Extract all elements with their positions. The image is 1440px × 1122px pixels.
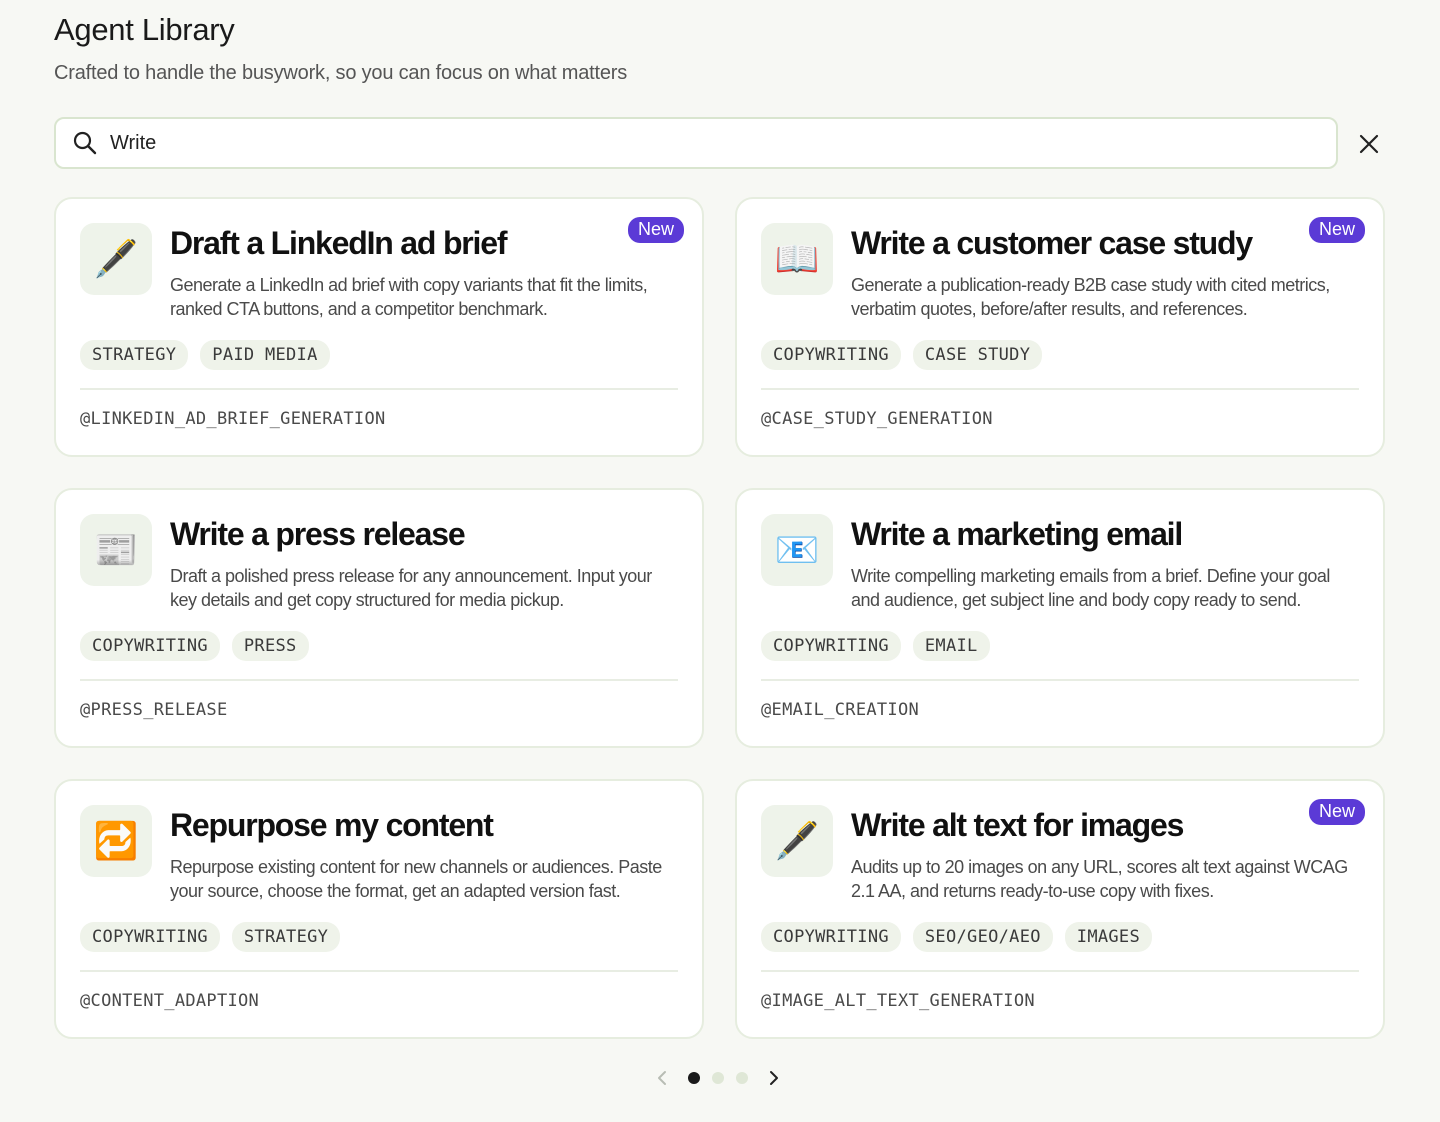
- tag-chip[interactable]: PAID MEDIA: [200, 340, 330, 370]
- tag-chip[interactable]: COPYWRITING: [761, 922, 901, 952]
- tag-list: COPYWRITING PRESS: [80, 631, 309, 661]
- agent-title: Write a press release: [170, 516, 466, 552]
- close-icon[interactable]: [1352, 127, 1386, 161]
- agent-emoji: 📖: [774, 238, 820, 279]
- tag-chip[interactable]: COPYWRITING: [761, 340, 901, 370]
- chevron-left-icon[interactable]: [650, 1066, 674, 1090]
- agent-handle: @PRESS_RELEASE: [80, 700, 228, 720]
- agent-handle: @IMAGE_ALT_TEXT_GENERATION: [761, 991, 1035, 1011]
- agent-emoji: 🖋️: [774, 820, 820, 861]
- page-dot[interactable]: [688, 1072, 700, 1084]
- agent-description: Audits up to 20 images on any URL, score…: [851, 857, 1348, 901]
- divider: [80, 679, 678, 681]
- agent-card[interactable]: 🖋️ Draft a LinkedIn ad brief New Generate a…: [54, 197, 704, 457]
- agent-card[interactable]: 📰 Write a press release Draft a polished p…: [54, 488, 704, 748]
- tag-chip[interactable]: IMAGES: [1064, 922, 1152, 952]
- divider: [761, 679, 1359, 681]
- tag-chip[interactable]: COPYWRITING: [80, 922, 220, 952]
- page-title: Agent Library: [54, 12, 235, 47]
- new-badge: New: [627, 217, 684, 243]
- divider: [80, 970, 678, 972]
- tag-chip[interactable]: SEO/GEO/AEO: [912, 922, 1053, 952]
- agent-title: Write a customer case study: [851, 225, 1253, 261]
- agent-title: Write a marketing email: [851, 516, 1183, 552]
- agent-emoji: 🖋️: [93, 238, 139, 279]
- agent-card[interactable]: 🔁 Repurpose my content Repurpose existing …: [54, 779, 704, 1039]
- agent-card[interactable]: 🖋️ Write alt text for images New Audits up …: [735, 779, 1385, 1039]
- agent-description: Generate a publication-ready B2B case st…: [851, 275, 1330, 319]
- agent-handle: @CONTENT_ADAPTION: [80, 991, 260, 1011]
- tag-list: COPYWRITING STRATEGY: [80, 922, 341, 952]
- repeat-icon: 🔁: [80, 805, 152, 877]
- agent-handle: @LINKEDIN_AD_BRIEF_GENERATION: [80, 409, 386, 429]
- agent-title: Write alt text for images: [851, 807, 1184, 843]
- agent-emoji: 🔁: [93, 820, 139, 861]
- agent-handle: @EMAIL_CREATION: [761, 700, 920, 720]
- tag-chip[interactable]: COPYWRITING: [761, 631, 901, 661]
- page-dots: [682, 1072, 754, 1084]
- book-icon: 📖: [761, 223, 833, 295]
- newspaper-icon: 📰: [80, 514, 152, 586]
- search-input[interactable]: [110, 123, 1260, 163]
- tag-chip[interactable]: STRATEGY: [231, 922, 341, 952]
- divider: [80, 388, 678, 390]
- agent-card[interactable]: 📖 Write a customer case study New Generate …: [735, 197, 1385, 457]
- email-icon: 📧: [761, 514, 833, 586]
- agent-card[interactable]: 📧 Write a marketing email Write compelling…: [735, 488, 1385, 748]
- tag-list: COPYWRITING EMAIL: [761, 631, 990, 661]
- new-badge: New: [1308, 217, 1365, 243]
- tag-chip[interactable]: PRESS: [231, 631, 309, 661]
- agent-title: Draft a LinkedIn ad brief: [170, 225, 507, 261]
- agent-description: Repurpose existing content for new chann…: [170, 857, 662, 901]
- divider: [761, 388, 1359, 390]
- agent-handle: @CASE_STUDY_GENERATION: [761, 409, 993, 429]
- page-dot[interactable]: [736, 1072, 748, 1084]
- pagination: [650, 1066, 786, 1090]
- pen-icon: 🖋️: [80, 223, 152, 295]
- agent-description: Generate a LinkedIn ad brief with copy v…: [170, 275, 648, 319]
- page-dot[interactable]: [712, 1072, 724, 1084]
- tag-list: COPYWRITING CASE STUDY: [761, 340, 1043, 370]
- tag-chip[interactable]: COPYWRITING: [80, 631, 220, 661]
- agent-title: Repurpose my content: [170, 807, 494, 843]
- search-icon: [70, 128, 100, 158]
- agent-description: Draft a polished press release for any a…: [170, 566, 652, 610]
- tag-chip[interactable]: STRATEGY: [80, 340, 189, 370]
- new-badge: New: [1308, 799, 1365, 825]
- agent-description: Write compelling marketing emails from a…: [851, 566, 1330, 610]
- pen-icon: 🖋️: [761, 805, 833, 877]
- tag-list: STRATEGY PAID MEDIA: [80, 340, 330, 370]
- tag-chip[interactable]: CASE STUDY: [912, 340, 1043, 370]
- chevron-right-icon[interactable]: [762, 1066, 786, 1090]
- tag-chip[interactable]: EMAIL: [912, 631, 990, 661]
- page-subtitle: Crafted to handle the busywork, so you c…: [54, 62, 628, 84]
- agent-emoji: 📧: [774, 529, 820, 570]
- search-bar[interactable]: [54, 117, 1338, 169]
- divider: [761, 970, 1359, 972]
- tag-list: COPYWRITING SEO/GEO/AEO IMAGES: [761, 922, 1152, 952]
- agent-emoji: 📰: [93, 529, 139, 570]
